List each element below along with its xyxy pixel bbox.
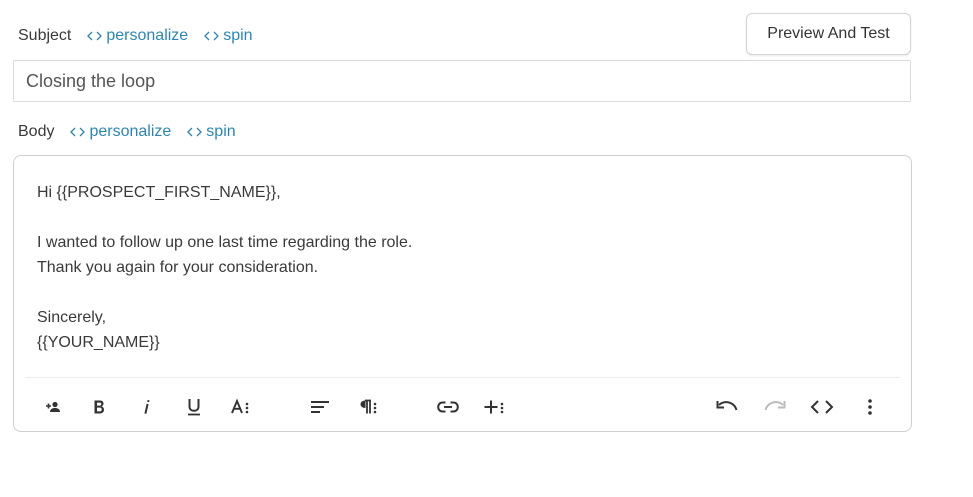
body-label: Body: [18, 123, 55, 140]
subject-header: Subject personalize spin: [18, 24, 253, 48]
subject-personalize-label: personalize: [106, 27, 189, 44]
body-editor[interactable]: Hi {{PROSPECT_FIRST_NAME}}, I wanted to …: [13, 155, 912, 432]
code-brackets-icon: [204, 31, 220, 41]
code-brackets-icon: [70, 127, 86, 137]
paragraph-icon[interactable]: [353, 392, 383, 422]
body-personalize-label: personalize: [89, 123, 172, 140]
editor-toolbar: [25, 377, 900, 432]
subject-input[interactable]: [13, 60, 911, 102]
body-line: [37, 205, 891, 230]
font-size-icon[interactable]: [226, 392, 256, 422]
subject-personalize-link[interactable]: personalize: [87, 27, 188, 45]
body-line: I wanted to follow up one last time rega…: [37, 234, 413, 251]
preview-and-test-button[interactable]: Preview And Test: [746, 13, 911, 55]
subject-spin-link[interactable]: spin: [204, 27, 253, 45]
italic-icon[interactable]: [132, 392, 162, 422]
add-person-icon[interactable]: [38, 392, 68, 422]
align-icon[interactable]: [305, 392, 335, 422]
editor-content[interactable]: Hi {{PROSPECT_FIRST_NAME}}, I wanted to …: [37, 180, 891, 355]
body-line: Hi {{PROSPECT_FIRST_NAME}},: [37, 184, 281, 201]
redo-icon[interactable]: [760, 392, 790, 422]
body-header: Body personalize spin: [18, 120, 236, 144]
undo-icon[interactable]: [712, 392, 742, 422]
subject-label: Subject: [18, 27, 72, 44]
bold-icon[interactable]: [84, 392, 114, 422]
body-spin-label: spin: [206, 123, 236, 140]
body-personalize-link[interactable]: personalize: [70, 123, 171, 141]
insert-icon[interactable]: [480, 392, 510, 422]
code-brackets-icon: [87, 31, 103, 41]
body-line: {{YOUR_NAME}}: [37, 334, 160, 351]
subject-spin-label: spin: [223, 27, 253, 44]
body-spin-link[interactable]: spin: [187, 123, 236, 141]
more-vert-icon[interactable]: [855, 392, 885, 422]
body-line: [37, 280, 891, 305]
underline-icon[interactable]: [179, 392, 209, 422]
body-line: Sincerely,: [37, 309, 107, 326]
code-view-icon[interactable]: [807, 392, 837, 422]
link-icon[interactable]: [433, 392, 463, 422]
code-brackets-icon: [187, 127, 203, 137]
body-line: Thank you again for your consideration.: [37, 259, 319, 276]
